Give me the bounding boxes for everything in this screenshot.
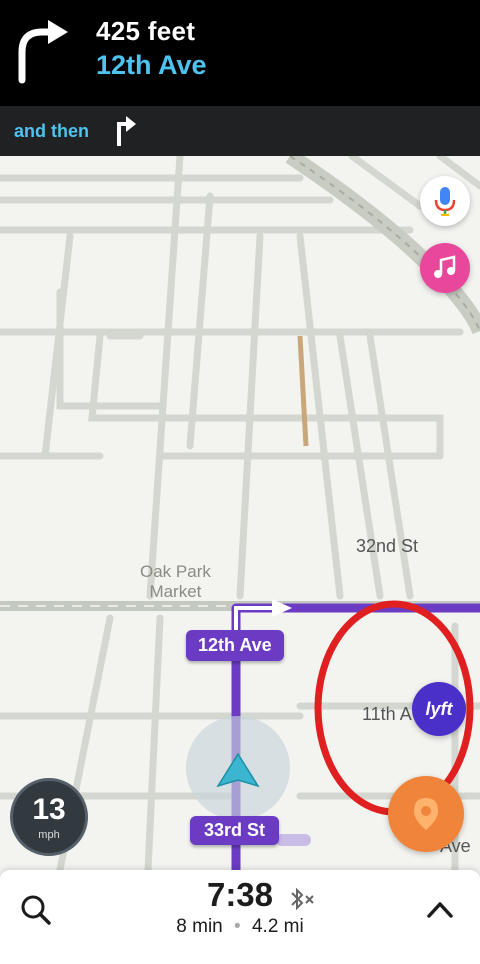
trip-summary: 8 min • 4.2 mi xyxy=(0,916,480,938)
trip-duration: 8 min xyxy=(176,916,223,937)
report-button[interactable] xyxy=(388,776,464,852)
route-turn-street-label: 12th Ave xyxy=(186,630,284,661)
voice-command-button[interactable] xyxy=(420,176,470,226)
report-icon xyxy=(414,798,438,830)
music-note-icon xyxy=(434,255,456,278)
speedometer: 13 mph xyxy=(10,778,88,856)
trip-separator: • xyxy=(234,916,241,937)
eta-panel[interactable]: 7:38 8 min • 4.2 mi xyxy=(0,870,480,950)
bottom-safe-area xyxy=(0,950,480,964)
turn-right-icon xyxy=(18,20,68,84)
poi-name-line2: Market xyxy=(149,582,202,601)
bluetooth-off-icon xyxy=(291,887,314,911)
then-instruction-bar: and then xyxy=(0,106,480,156)
map-view[interactable]: 32nd St Oak Park Market 11th A Ave 12th … xyxy=(0,156,480,870)
then-turn-right-icon xyxy=(117,116,136,146)
navigation-instruction-panel[interactable]: 425 feet 12th Ave xyxy=(0,0,480,106)
chevron-up-icon[interactable] xyxy=(424,896,456,922)
speed-value: 13 xyxy=(32,793,66,826)
poi-label: Oak Park Market xyxy=(140,562,211,602)
current-street-label: 33rd St xyxy=(190,816,280,845)
music-player-button[interactable] xyxy=(420,243,470,293)
then-label: and then xyxy=(14,121,89,141)
arrival-time: 7:38 xyxy=(206,876,274,913)
lyft-logo-icon: lyft xyxy=(425,698,453,719)
next-street-name: 12th Ave xyxy=(96,50,207,80)
poi-name-line1: Oak Park xyxy=(140,562,211,581)
lyft-button[interactable]: lyft xyxy=(412,682,466,736)
speed-unit: mph xyxy=(38,829,60,841)
vehicle-position-icon xyxy=(216,752,260,788)
turn-distance: 425 feet xyxy=(96,16,196,46)
trip-distance: 4.2 mi xyxy=(251,916,304,937)
street-label-32nd: 32nd St xyxy=(356,536,419,556)
microphone-icon xyxy=(434,187,456,216)
